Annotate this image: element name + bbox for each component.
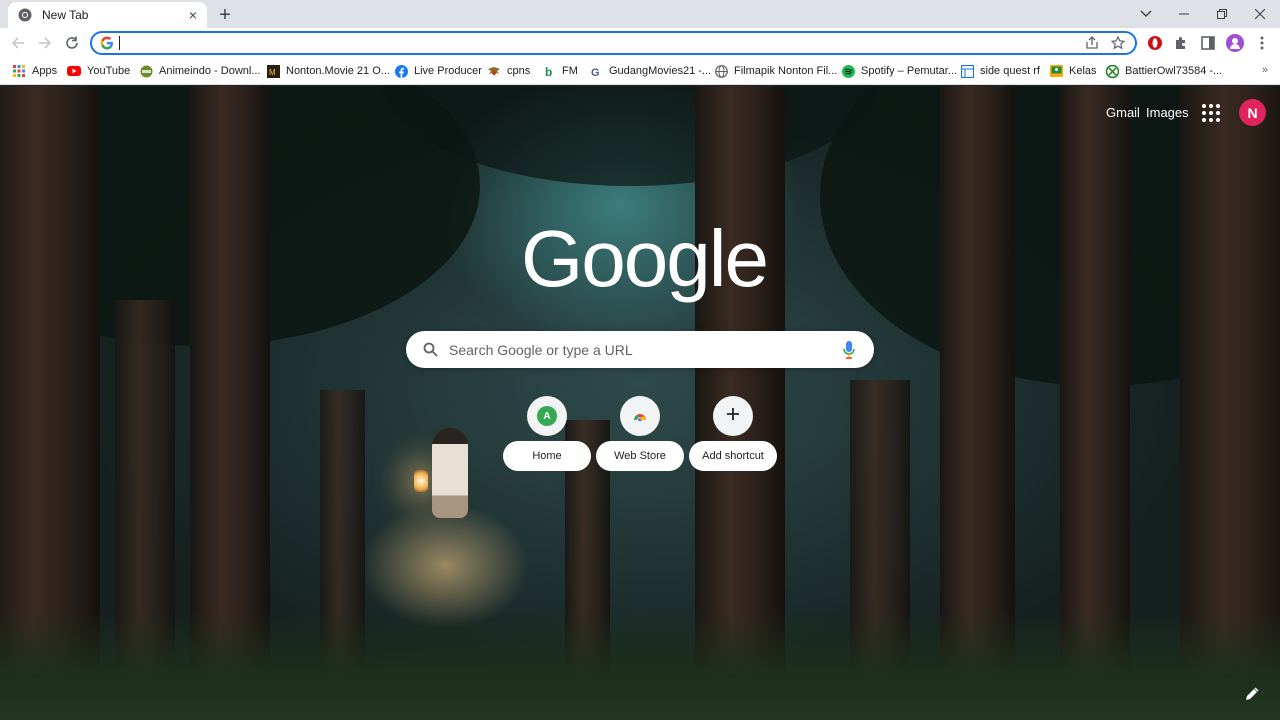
bookmark-label: side quest rf [980,65,1040,77]
bookmark-label: YouTube [87,65,131,77]
restore-icon[interactable] [1212,4,1232,24]
letter-a-icon: A [537,406,557,426]
shortcut-web-store[interactable]: Web Store [596,396,686,472]
bookmark-label: cpns [507,65,531,77]
nonton-icon: M [266,64,280,78]
new-tab-button[interactable]: + [214,4,236,26]
spotify-icon [841,64,855,78]
shortcut-icon-circle [713,396,753,436]
close-window-icon[interactable] [1250,4,1270,24]
bookmark-battierowl[interactable]: BattierOwl73584 -... [1105,63,1222,79]
forest-floor [0,610,1280,720]
lantern [414,470,428,492]
xbox-icon [1105,64,1119,78]
page-icon [960,64,974,78]
shortcut-label: Home [503,441,591,471]
shortcut-label: Add shortcut [689,441,777,471]
plus-icon [726,407,740,426]
google-g-icon [99,35,115,51]
forward-arrow-icon[interactable] [35,33,55,53]
shortcut-add[interactable]: Add shortcut [689,396,779,472]
tab-strip: New Tab × + [0,0,1280,28]
search-box[interactable] [406,331,874,368]
bookmark-filmapik[interactable]: Filmapik Nonton Fil... [714,63,837,79]
animeindo-icon [139,64,153,78]
back-arrow-icon[interactable] [8,33,28,53]
shortcut-home[interactable]: A Home [503,396,593,472]
garuda-icon [487,64,501,78]
shortcut-icon-circle: A [527,396,567,436]
reload-icon[interactable] [62,33,82,53]
bookmark-label: GudangMovies21 -... [609,65,712,77]
bookmark-star-icon[interactable] [1109,34,1127,52]
bookmark-label: Animeindo - Downl... [159,65,261,77]
bookmarks-overflow-chevron[interactable]: » [1262,64,1268,76]
bookmark-label: FM [562,65,578,77]
share-icon[interactable] [1083,34,1101,52]
svg-text:b: b [545,65,552,78]
shortcut-icon-circle [620,396,660,436]
b-icon: b [542,64,556,78]
images-link[interactable]: Images [1146,105,1189,120]
g-icon: G [589,64,603,78]
text-caret [119,36,120,50]
bookmark-apps[interactable]: Apps [12,63,57,79]
opera-extension-icon[interactable] [1145,33,1165,53]
girl-figure [432,428,468,518]
bookmark-youtube[interactable]: YouTube [67,63,130,79]
bookmark-fm[interactable]: b FM [542,63,578,79]
bookmark-side-quest[interactable]: side quest rf [960,63,1040,79]
customize-pencil-icon[interactable] [1242,684,1262,704]
chrome-web-store-icon [631,407,649,426]
facebook-icon [394,64,408,78]
menu-kebab-icon[interactable] [1252,33,1272,53]
youtube-icon [67,64,81,78]
toolbar [0,28,1280,58]
bookmark-label: Kelas [1069,65,1097,77]
bookmark-kelas[interactable]: Kelas [1049,63,1097,79]
bookmark-label: Apps [32,65,58,77]
google-apps-grid-icon[interactable] [1202,104,1222,122]
tab-search-chevron-icon[interactable] [1136,4,1156,24]
extensions-puzzle-icon[interactable] [1171,33,1191,53]
bookmark-label: Spotify – Pemutar... [861,65,957,77]
address-input[interactable] [123,34,1083,52]
address-bar[interactable] [90,31,1137,55]
profile-icon[interactable] [1225,33,1245,53]
globe-icon [714,64,728,78]
chrome-icon [18,8,32,22]
microphone-icon[interactable] [840,340,858,360]
close-tab-icon[interactable]: × [185,7,201,23]
bookmark-nonton-movie[interactable]: M Nonton.Movie 21 O... [266,63,390,79]
search-icon [421,341,439,359]
bookmark-spotify[interactable]: Spotify – Pemutar... [841,63,957,79]
svg-text:G: G [591,67,600,78]
bookmark-gudangmovies[interactable]: G GudangMovies21 -... [589,63,711,79]
account-avatar[interactable]: N [1239,99,1266,126]
gmail-link[interactable]: Gmail [1106,105,1140,120]
bookmark-live-producer[interactable]: Live Producer [394,63,482,79]
tab-new-tab[interactable]: New Tab × [8,2,207,28]
bookmark-cpns[interactable]: cpns [487,63,530,79]
bookmark-label: Nonton.Movie 21 O... [286,65,390,77]
apps-grid-icon [12,64,26,78]
bookmark-label: Filmapik Nonton Fil... [734,65,838,77]
svg-text:M: M [269,68,276,77]
minimize-icon[interactable] [1174,4,1194,24]
classroom-icon [1049,64,1063,78]
tab-title: New Tab [42,8,89,22]
bookmarks-bar: Apps YouTube Animeindo - Downl... M Nont… [0,58,1280,85]
bookmark-label: Live Producer [414,65,482,77]
bookmark-label: BattierOwl73584 -... [1125,65,1223,77]
side-panel-icon[interactable] [1198,33,1218,53]
search-input[interactable] [449,341,840,358]
google-logo: Google [521,214,769,303]
shortcut-label: Web Store [596,441,684,471]
bookmark-animeindo[interactable]: Animeindo - Downl... [139,63,261,79]
